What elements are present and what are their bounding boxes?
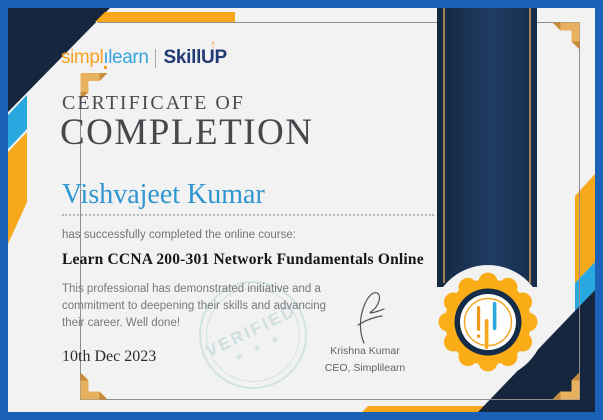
brand-logo: simplı learn SkillUP ↑ (61, 37, 227, 70)
skillup-arrow-icon: ↑ (210, 37, 216, 51)
description-text: This professional has demonstrated initi… (62, 281, 326, 332)
brand-i-dot-icon (104, 66, 108, 69)
corner-bracket-bottom-left (80, 372, 108, 400)
skillup-wordmark: SkillUP ↑ (163, 37, 227, 68)
description-line: This professional has demonstrated initi… (62, 283, 321, 295)
corner-bracket-top-right (552, 22, 580, 50)
completion-subtitle: has successfully completed the online co… (62, 229, 296, 241)
medal-ribbon (437, 8, 537, 287)
name-underline (62, 214, 434, 216)
brand-learn: learn (108, 47, 149, 68)
certificate-title: COMPLETION (60, 112, 314, 153)
brand-i: ı (103, 47, 109, 69)
accent-bar-top (95, 12, 235, 22)
signer-title: CEO, Simplilearn (324, 362, 406, 374)
certificate-page: VERIFIED ★ ★ ★ simplı learn SkillUP ↑ CERT… (0, 0, 603, 420)
brand-simpl: simpl (61, 47, 104, 68)
course-title: Learn CCNA 200-301 Network Fundamentals … (62, 251, 424, 268)
recipient-name: Vishvajeet Kumar (62, 179, 265, 210)
simplilearn-wordmark: simplı learn (61, 47, 149, 69)
signer-name: Krishna Kumar (330, 345, 400, 357)
completion-date: 10th Dec 2023 (62, 348, 157, 365)
signature-scribble (357, 292, 385, 344)
description-line: their career. Well done! (62, 317, 181, 329)
brand-separator (155, 48, 157, 68)
description-line: commitment to deepening their skills and… (62, 300, 327, 312)
